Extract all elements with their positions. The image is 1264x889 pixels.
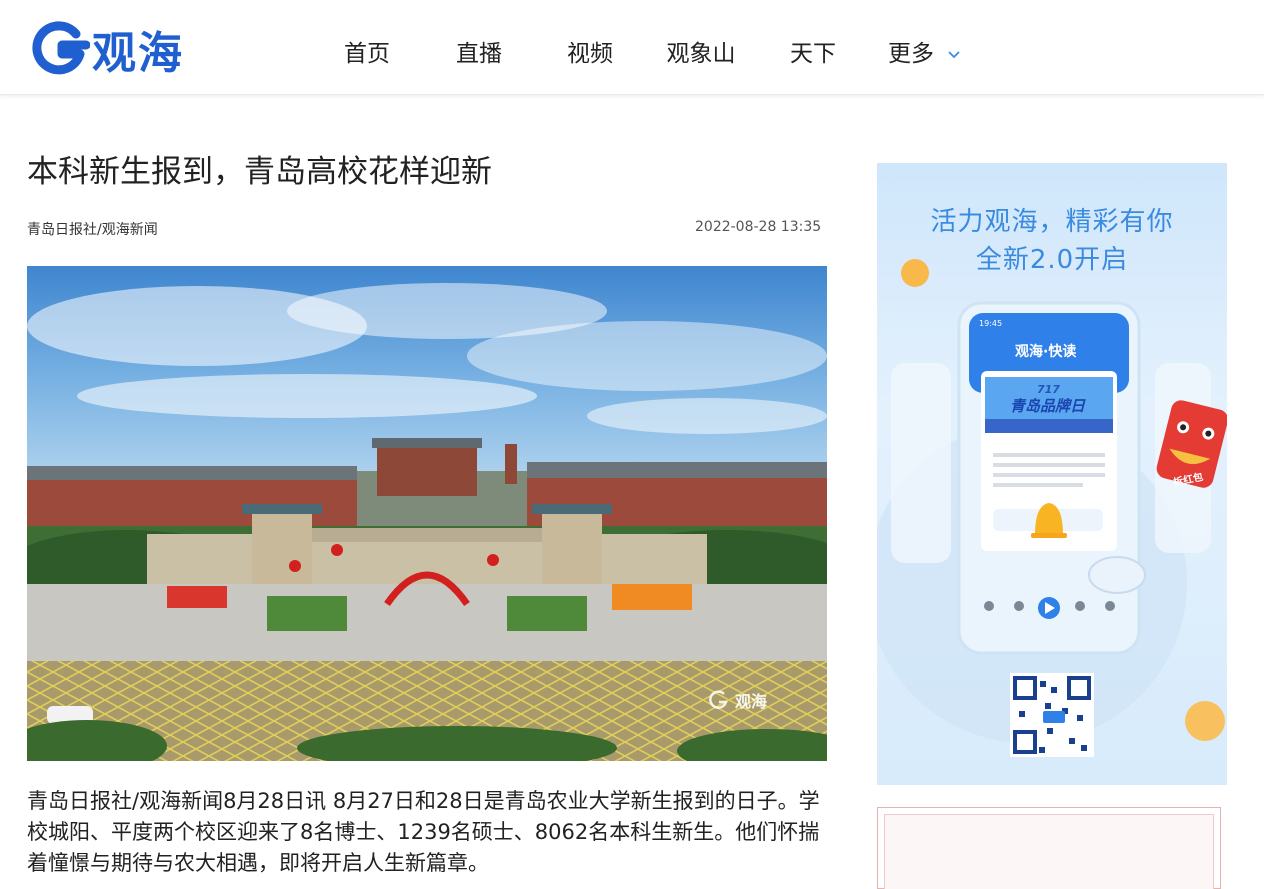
nav-live[interactable]: 直播 <box>418 34 540 68</box>
chevron-down-icon <box>948 50 960 58</box>
logo-text: 观海 <box>92 28 184 79</box>
site-logo[interactable]: 观海 <box>30 18 230 80</box>
nav-more-label: 更多 <box>888 41 934 67</box>
phone-status-time: 19:45 <box>979 319 1003 328</box>
phone-banner-title: 青岛品牌日 <box>1010 397 1086 415</box>
nav-world[interactable]: 天下 <box>762 34 864 68</box>
phone-app-brand: 观海·快读 <box>1015 344 1077 360</box>
nav-video[interactable]: 视频 <box>540 34 640 68</box>
article-photo: 观海 <box>27 266 827 761</box>
nav-guanxiangshan[interactable]: 观象山 <box>640 34 762 68</box>
nav-home[interactable]: 首页 <box>316 34 418 68</box>
nav-more[interactable]: 更多 <box>864 34 984 68</box>
article-source: 青岛日报社/观海新闻 <box>27 222 158 238</box>
article-time: 2022-08-28 13:35 <box>695 219 822 235</box>
ad-headline: 活力观海，精彩有你 <box>930 207 1174 237</box>
secondary-ad-frame <box>884 814 1214 889</box>
photo-watermark: 观海 <box>735 692 768 711</box>
article-body: 青岛日报社/观海新闻8月28日讯 8月27日和28日是青岛农业大学新生报到的日子… <box>27 789 820 875</box>
ad-subheadline: 全新2.0开启 <box>975 245 1129 275</box>
site-header: 观海 首页 直播 视频 观象山 天下 更多 <box>0 0 1264 95</box>
logo-g-icon <box>32 21 90 75</box>
article-title: 本科新生报到，青岛高校花样迎新 <box>27 154 492 190</box>
campus-photo-art <box>27 266 827 761</box>
main-nav: 首页 直播 视频 观象山 天下 更多 <box>316 28 984 74</box>
app-promo-ad[interactable]: 活力观海，精彩有你 全新2.0开启 19:45 观海·快读 717 青岛品牌日 … <box>877 163 1227 785</box>
secondary-ad[interactable] <box>877 807 1221 889</box>
